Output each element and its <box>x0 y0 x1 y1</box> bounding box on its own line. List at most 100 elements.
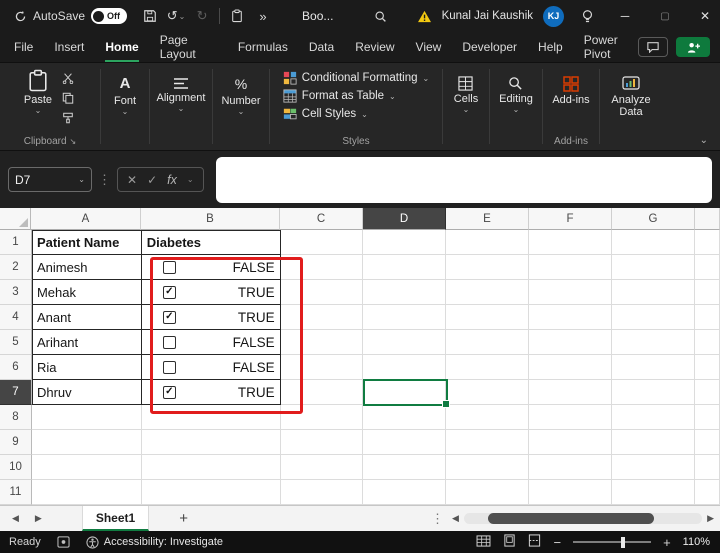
cell-C8[interactable] <box>280 405 364 430</box>
maximize-button[interactable]: ▢ <box>650 0 680 32</box>
addins-button[interactable]: Add-ins <box>552 69 590 106</box>
cell-D4[interactable] <box>363 305 447 330</box>
font-group-button[interactable]: A Font ⌄ <box>114 69 136 116</box>
quick-access-clipboard-button[interactable] <box>224 4 250 28</box>
checkbox-B2[interactable] <box>162 260 176 274</box>
cell-D7[interactable] <box>363 380 447 405</box>
cell-E6[interactable] <box>446 355 530 380</box>
normal-view-button[interactable] <box>476 534 491 550</box>
cell-F7[interactable] <box>529 380 613 405</box>
cell-D11[interactable] <box>363 480 447 505</box>
comments-button[interactable] <box>638 37 668 57</box>
qat-overflow-button[interactable]: » <box>250 4 276 28</box>
sheet-nav-right-icon[interactable]: ▶ <box>35 513 42 524</box>
column-header-G[interactable]: G <box>612 208 695 230</box>
cell-B4[interactable]: ✓ TRUE <box>141 305 281 330</box>
cell-C6[interactable] <box>280 355 364 380</box>
minimize-button[interactable]: ─ <box>610 0 640 32</box>
cell-B5[interactable]: FALSE <box>141 330 281 355</box>
new-sheet-button[interactable]: + <box>179 510 188 527</box>
cell-C11[interactable] <box>280 480 364 505</box>
cell-E2[interactable] <box>446 255 530 280</box>
menu-tab-help[interactable]: Help <box>538 32 563 62</box>
column-header-C[interactable]: C <box>280 208 363 230</box>
cell-F5[interactable] <box>529 330 613 355</box>
cell-A1[interactable]: Patient Name <box>31 230 142 255</box>
cell-F8[interactable] <box>529 405 613 430</box>
cell-G6[interactable] <box>612 355 696 380</box>
cell-E10[interactable] <box>446 455 530 480</box>
paste-button[interactable]: Paste ⌄ <box>24 69 52 125</box>
cell-B10[interactable] <box>141 455 281 480</box>
cell-B8[interactable] <box>141 405 281 430</box>
cell-B6[interactable]: FALSE <box>141 355 281 380</box>
cell-A3[interactable]: Mehak <box>31 280 142 305</box>
cell-G8[interactable] <box>612 405 696 430</box>
select-all-button[interactable] <box>0 208 31 230</box>
cell-E3[interactable] <box>446 280 530 305</box>
cell-C9[interactable] <box>280 430 364 455</box>
cell-E5[interactable] <box>446 330 530 355</box>
cell-C10[interactable] <box>280 455 364 480</box>
cell-G1[interactable] <box>612 230 696 255</box>
cell-B2[interactable]: FALSE <box>141 255 281 280</box>
cell-A8[interactable] <box>31 405 142 430</box>
accessibility-checker-button[interactable]: Accessibility: Investigate <box>86 535 223 549</box>
insert-function-button[interactable]: fx <box>167 173 177 187</box>
cancel-icon[interactable]: ✕ <box>127 173 137 187</box>
cell-F4[interactable] <box>529 305 613 330</box>
cell-E7[interactable] <box>446 380 530 405</box>
row-header-10[interactable]: 10 <box>0 455 32 480</box>
row-header-6[interactable]: 6 <box>0 355 32 380</box>
row-header-1[interactable]: 1 <box>0 230 32 255</box>
number-group-button[interactable]: % Number ⌄ <box>221 69 260 116</box>
cell-D5[interactable] <box>363 330 447 355</box>
feature-tips-button[interactable] <box>574 4 600 28</box>
autosave-control[interactable]: AutoSave Off <box>14 8 128 24</box>
editing-group-button[interactable]: Editing ⌄ <box>499 69 533 114</box>
formula-bar-input[interactable] <box>215 156 712 203</box>
save-button[interactable] <box>137 4 163 28</box>
menu-tab-view[interactable]: View <box>416 32 442 62</box>
scrollbar-track[interactable] <box>463 513 703 524</box>
menu-tab-file[interactable]: File <box>14 32 33 62</box>
column-header-A[interactable]: A <box>31 208 141 230</box>
cell-G9[interactable] <box>612 430 696 455</box>
alignment-group-button[interactable]: Alignment ⌄ <box>157 69 205 113</box>
zoom-slider[interactable] <box>573 536 652 548</box>
cell-F6[interactable] <box>529 355 613 380</box>
row-header-3[interactable]: 3 <box>0 280 32 305</box>
row-header-4[interactable]: 4 <box>0 305 32 330</box>
enter-icon[interactable]: ✓ <box>147 173 157 187</box>
cell-D3[interactable] <box>363 280 447 305</box>
cell-C2[interactable] <box>280 255 364 280</box>
format-painter-button[interactable] <box>60 111 76 125</box>
menu-tab-power-pivot[interactable]: Power Pivot <box>584 32 638 62</box>
close-button[interactable]: ✕ <box>690 0 720 32</box>
row-header-5[interactable]: 5 <box>0 330 32 355</box>
zoom-out-button[interactable]: − <box>553 535 561 550</box>
checkbox-B3[interactable]: ✓ <box>162 285 176 299</box>
column-header-F[interactable]: F <box>529 208 612 230</box>
cell-E11[interactable] <box>446 480 530 505</box>
cell-C3[interactable] <box>280 280 364 305</box>
cell-D9[interactable] <box>363 430 447 455</box>
redo-button[interactable]: ↻ <box>189 4 215 28</box>
autosave-toggle[interactable]: Off <box>91 8 128 24</box>
cell-E1[interactable] <box>446 230 530 255</box>
cell-G4[interactable] <box>612 305 696 330</box>
format-as-table-button[interactable]: Format as Table ⌄ <box>283 89 396 103</box>
row-header-8[interactable]: 8 <box>0 405 32 430</box>
cell-B3[interactable]: ✓ TRUE <box>141 280 281 305</box>
name-box-splitter[interactable]: ⋮ <box>98 172 111 188</box>
page-layout-view-button[interactable] <box>503 534 516 550</box>
cell-F1[interactable] <box>529 230 613 255</box>
column-header-D[interactable]: D <box>363 208 446 230</box>
cell-F2[interactable] <box>529 255 613 280</box>
tab-scroll-splitter[interactable]: ⋮ <box>431 511 444 527</box>
row-header-7[interactable]: 7 <box>0 380 32 405</box>
cell-A7[interactable]: Dhruv <box>31 380 142 405</box>
cell-C1[interactable] <box>280 230 364 255</box>
row-header-9[interactable]: 9 <box>0 430 32 455</box>
menu-tab-page-layout[interactable]: Page Layout <box>160 32 217 62</box>
